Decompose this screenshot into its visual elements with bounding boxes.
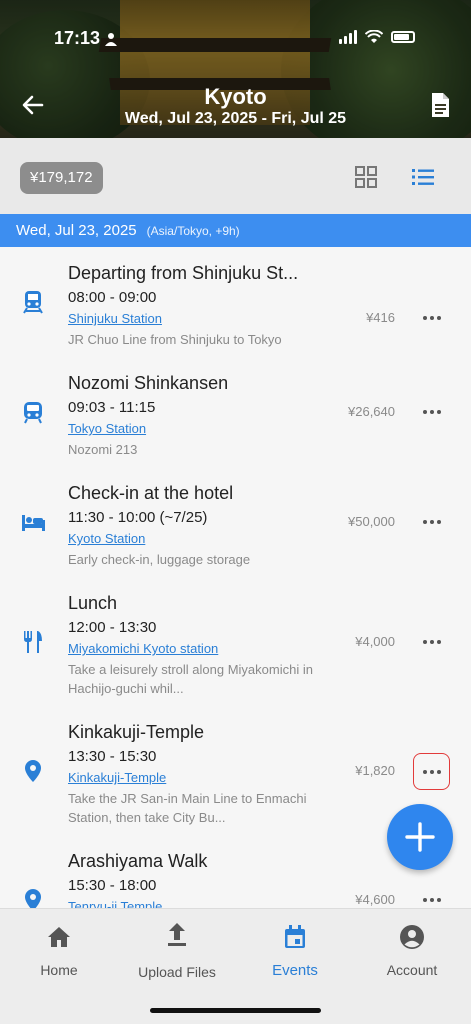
event-more-menu[interactable]	[413, 753, 450, 790]
upload-icon	[168, 923, 186, 946]
app-screen: 17:13 Kyoto Wed, Jul 23, 2025 - Fri, Jul…	[0, 0, 471, 1024]
cellular-signal-icon	[339, 30, 357, 44]
event-price: ¥4,600	[355, 892, 395, 907]
event-item[interactable]: Check-in at the hotel 11:30 - 10:00 (~7/…	[0, 483, 471, 593]
event-title: Lunch	[68, 593, 118, 613]
status-indicators	[339, 30, 415, 44]
hotel-bed-icon	[22, 515, 45, 531]
budget-toolbar: ¥179,172	[0, 138, 471, 214]
battery-icon	[391, 31, 415, 43]
event-location-link[interactable]: Kyoto Station	[68, 531, 145, 546]
nav-item-upload[interactable]: Upload Files	[118, 921, 236, 980]
nav-item-events[interactable]: Events	[236, 923, 354, 979]
list-view-icon[interactable]	[411, 166, 435, 188]
event-more-menu[interactable]	[415, 625, 449, 659]
event-title: Check-in at the hotel	[68, 483, 234, 503]
event-note: Early check-in, luggage storage	[68, 552, 251, 567]
shinkansen-icon	[24, 402, 42, 424]
event-more-menu[interactable]	[415, 301, 449, 335]
trip-header: 17:13 Kyoto Wed, Jul 23, 2025 - Fri, Jul…	[0, 0, 471, 138]
nav-label: Account	[386, 962, 438, 978]
plus-icon	[405, 822, 435, 852]
event-time: 08:00 - 09:00	[68, 289, 157, 306]
location-pin-icon	[25, 760, 41, 782]
event-title: Departing from Shinjuku St...	[68, 263, 299, 283]
section-date: Wed, Jul 23, 2025	[16, 222, 137, 239]
wifi-icon	[365, 30, 383, 43]
event-location-link[interactable]: Tokyo Station	[68, 421, 146, 436]
event-note: Take the JR San-in Main Line to Enmachi …	[68, 791, 307, 825]
event-more-menu[interactable]	[415, 505, 449, 539]
event-time: 12:00 - 13:30	[68, 619, 157, 636]
nav-label: Home	[40, 962, 78, 978]
event-time: 11:30 - 10:00 (~7/25)	[68, 509, 208, 526]
event-price: ¥50,000	[348, 514, 395, 529]
restaurant-icon	[24, 631, 42, 653]
event-note: JR Chuo Line from Shinjuku to Tokyo	[68, 332, 282, 347]
nav-label: Upload Files	[138, 964, 216, 980]
grid-view-icon[interactable]	[355, 166, 377, 188]
account-icon	[400, 925, 424, 949]
home-icon	[48, 927, 70, 947]
event-item[interactable]: Nozomi Shinkansen 09:03 - 11:15 Tokyo St…	[0, 373, 471, 483]
add-event-button[interactable]	[387, 804, 453, 870]
status-time: 17:13	[54, 28, 101, 48]
event-location-link[interactable]: Shinjuku Station	[68, 311, 162, 326]
nav-label: Events	[272, 962, 318, 979]
event-price: ¥416	[366, 310, 395, 325]
event-time: 13:30 - 15:30	[68, 748, 157, 765]
event-title: Nozomi Shinkansen	[68, 373, 229, 393]
event-time: 09:03 - 11:15	[68, 399, 156, 416]
person-icon	[105, 33, 117, 46]
trip-title: Kyoto	[204, 84, 267, 109]
event-price: ¥1,820	[355, 763, 395, 778]
event-note: Take a leisurely stroll along Miyakomich…	[68, 662, 313, 696]
event-location-link[interactable]: Miyakomichi Kyoto station	[68, 641, 218, 656]
event-time: 15:30 - 18:00	[68, 877, 157, 894]
train-icon	[23, 291, 43, 314]
section-timezone: (Asia/Tokyo, +9h)	[146, 224, 240, 238]
home-indicator	[150, 1008, 321, 1013]
event-title: Arashiyama Walk	[68, 851, 208, 871]
event-item[interactable]: Departing from Shinjuku St... 08:00 - 09…	[0, 263, 471, 373]
document-icon[interactable]	[425, 90, 455, 120]
event-more-menu[interactable]	[415, 395, 449, 429]
bottom-navigation: Home Upload Files Events Account	[0, 908, 471, 1024]
nav-item-home[interactable]: Home	[0, 923, 118, 978]
date-section-header: Wed, Jul 23, 2025 (Asia/Tokyo, +9h)	[0, 214, 471, 247]
nav-item-account[interactable]: Account	[353, 923, 471, 978]
calendar-icon	[285, 925, 305, 948]
event-price: ¥26,640	[348, 404, 395, 419]
event-item[interactable]: Lunch 12:00 - 13:30 Miyakomichi Kyoto st…	[0, 593, 471, 723]
event-price: ¥4,000	[355, 634, 395, 649]
event-note: Nozomi 213	[68, 442, 138, 457]
budget-total-badge[interactable]: ¥179,172	[20, 162, 103, 194]
event-title: Kinkakuji-Temple	[68, 722, 205, 742]
event-location-link[interactable]: Kinkakuji-Temple	[68, 770, 166, 785]
trip-dates: Wed, Jul 23, 2025 - Fri, Jul 25	[124, 110, 347, 127]
